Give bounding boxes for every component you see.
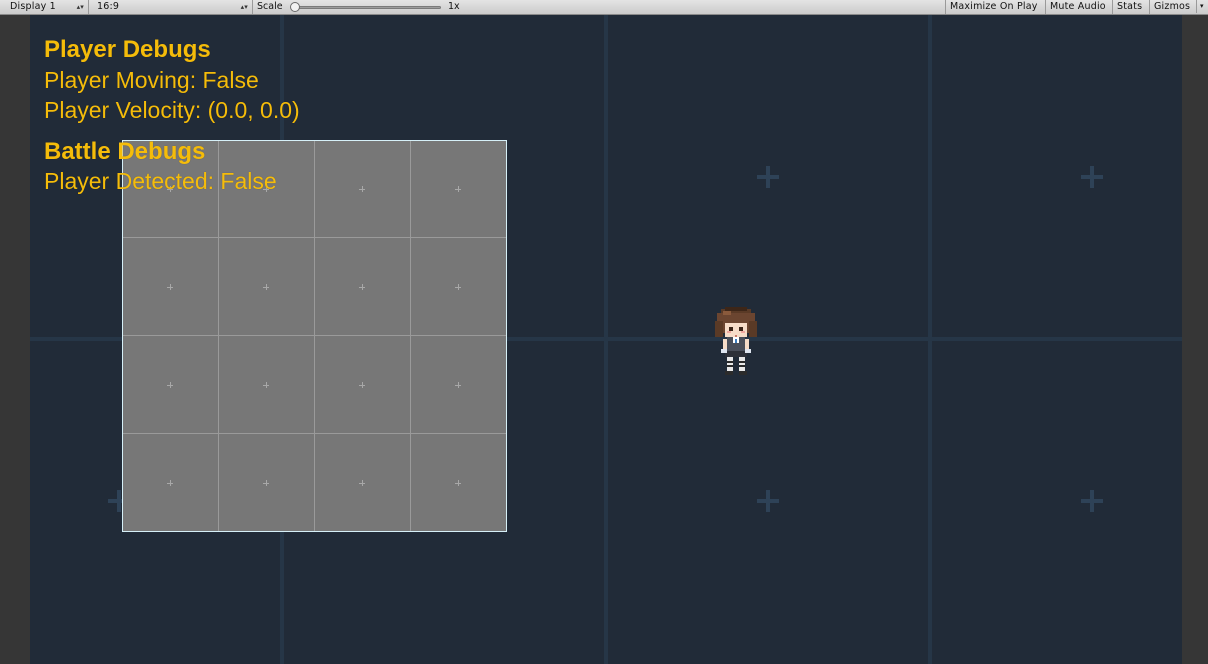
player-moving-text: Player Moving: False	[44, 67, 259, 93]
scale-label: Scale	[257, 1, 283, 12]
tile-divider	[123, 433, 506, 434]
scale-value: 1x	[448, 1, 460, 12]
character-sprite[interactable]	[713, 305, 759, 377]
aspect-select[interactable]: 16:9 ▴▾	[89, 0, 253, 14]
maximize-on-play-toggle[interactable]: Maximize On Play	[945, 0, 1042, 14]
plus-icon	[359, 186, 365, 192]
plus-icon	[167, 480, 173, 486]
display-select-label: Display 1	[10, 1, 56, 12]
plus-icon	[263, 382, 269, 388]
player-velocity-text: Player Velocity: (0.0, 0.0)	[44, 97, 300, 123]
tile-divider	[123, 335, 506, 336]
player-debugs-heading: Player Debugs	[44, 36, 211, 63]
maximize-on-play-label: Maximize On Play	[950, 1, 1038, 12]
plus-icon	[1081, 490, 1103, 512]
updown-arrow-icon: ▴▾	[76, 3, 84, 11]
tile-divider	[410, 141, 411, 531]
gizmos-label: Gizmos	[1154, 1, 1191, 12]
letterbox-right	[1182, 15, 1208, 664]
mute-audio-label: Mute Audio	[1050, 1, 1106, 12]
plus-icon	[263, 480, 269, 486]
scale-slider-track[interactable]	[294, 6, 441, 9]
dropdown-arrow-icon: ▾	[1196, 0, 1204, 13]
tile-divider	[314, 141, 315, 531]
updown-arrow-icon: ▴▾	[240, 3, 248, 11]
plus-icon	[359, 480, 365, 486]
plus-icon	[167, 284, 173, 290]
plus-icon	[455, 186, 461, 192]
mute-audio-toggle[interactable]: Mute Audio	[1045, 0, 1110, 14]
battle-tile-grid[interactable]	[122, 140, 507, 532]
plus-icon	[455, 382, 461, 388]
stats-label: Stats	[1117, 1, 1143, 12]
stats-toggle[interactable]: Stats	[1112, 0, 1146, 14]
display-select[interactable]: Display 1 ▴▾	[0, 0, 89, 14]
plus-icon	[1081, 166, 1103, 188]
plus-icon	[359, 284, 365, 290]
plus-icon	[263, 284, 269, 290]
battle-debugs-heading: Battle Debugs	[44, 138, 206, 165]
player-detected-text: Player Detected: False	[44, 168, 277, 194]
tile-divider	[123, 237, 506, 238]
tile-divider	[218, 141, 219, 531]
scale-slider-thumb[interactable]	[290, 2, 300, 12]
plus-icon	[455, 284, 461, 290]
aspect-select-label: 16:9	[97, 1, 120, 12]
plus-icon	[167, 382, 173, 388]
plus-icon	[455, 480, 461, 486]
plus-icon	[757, 166, 779, 188]
plus-icon	[757, 490, 779, 512]
game-view-toolbar: Display 1 ▴▾ 16:9 ▴▾ Scale 1x Maximize O…	[0, 0, 1208, 15]
plus-icon	[359, 382, 365, 388]
gizmos-dropdown[interactable]: Gizmos ▾	[1149, 0, 1208, 14]
letterbox-left	[0, 15, 30, 664]
